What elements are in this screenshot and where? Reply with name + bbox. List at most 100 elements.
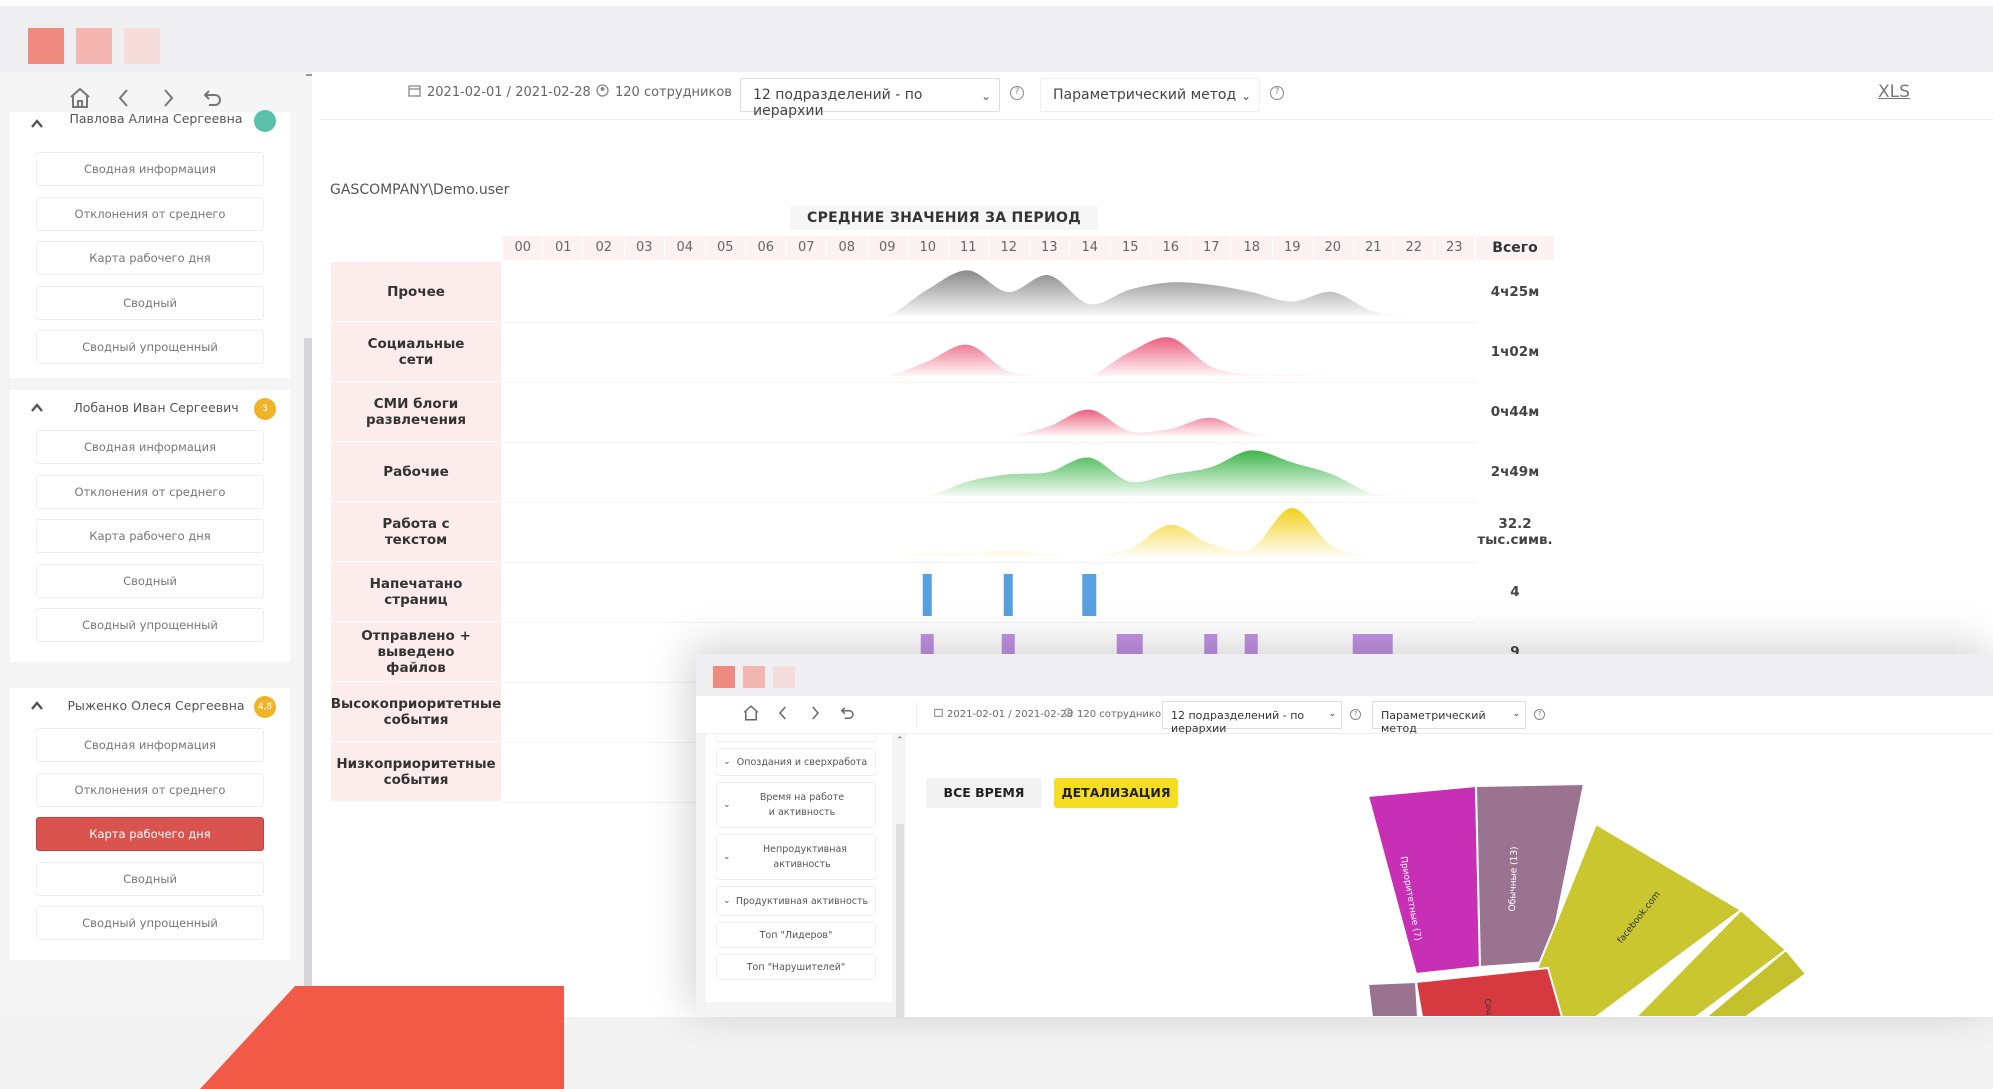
person-header[interactable]: Лобанов Иван Сергеевич 3 — [10, 390, 290, 430]
window-maximize-button[interactable] — [124, 28, 160, 64]
hour-tick-label: 03 — [623, 236, 664, 260]
overlay-departments-select[interactable]: 12 подразделений - по иерархии ⌄ — [1162, 701, 1342, 735]
series-total: 4 — [1510, 584, 1520, 600]
help-icon[interactable]: ? — [1350, 709, 1361, 720]
hour-tick-label: 05 — [704, 236, 745, 260]
series-label: Социальные сети — [331, 322, 501, 382]
person-menu-item[interactable]: Сводная информация — [36, 430, 264, 464]
detail-button[interactable]: ДЕТАЛИЗАЦИЯ — [1054, 778, 1178, 808]
xls-export-link[interactable]: XLS — [1878, 82, 1910, 102]
person-menu-item[interactable]: Сводный упрощенный — [36, 330, 264, 364]
sunburst-segment-regular[interactable] — [1474, 782, 1586, 969]
chevron-down-icon: ⌄ — [723, 851, 731, 862]
overlay-method-select[interactable]: Параметрический метод ⌄ — [1372, 701, 1526, 735]
overlay-sidebar: ⌄ Опоздания и сверхработа ⌄ Время на раб… — [696, 734, 906, 1017]
overlay-minimize-button[interactable] — [743, 666, 765, 688]
chevron-down-icon: ⌄ — [723, 799, 731, 810]
overlay-menu-item[interactable]: ⌄ Время на работе и активность — [716, 782, 876, 828]
person-menu-item-active[interactable]: Карта рабочего дня — [36, 817, 264, 851]
overlay-close-button[interactable] — [713, 666, 735, 688]
help-icon[interactable]: ? — [1010, 86, 1024, 100]
home-icon[interactable] — [742, 704, 760, 722]
employee-count[interactable]: 120 сотрудников — [596, 84, 732, 101]
hour-tick-label: 02 — [583, 236, 624, 260]
sidebar-scrollbar[interactable] — [304, 338, 312, 998]
collapse-chevron-icon[interactable] — [30, 400, 44, 414]
window-titlebar — [0, 0, 1993, 72]
person-name: Лобанов Иван Сергеевич — [73, 400, 239, 415]
forward-icon[interactable] — [806, 704, 824, 722]
hour-tick-label: 16 — [1150, 236, 1191, 260]
series-label: Низкоприоритетные события — [331, 742, 501, 802]
overlay-maximize-button[interactable] — [773, 666, 795, 688]
person-menu-item[interactable]: Карта рабочего дня — [36, 519, 264, 553]
person-menu-item[interactable]: Отклонения от среднего — [36, 773, 264, 807]
person-menu-item[interactable]: Сводный упрощенный — [36, 608, 264, 642]
departments-select[interactable]: 12 подразделений - по иерархии ⌄ — [740, 78, 1000, 119]
collapse-chevron-icon[interactable] — [30, 116, 44, 130]
overlay-menu-item[interactable]: Топ "Нарушителей" — [716, 954, 876, 980]
all-time-button[interactable]: ВСЕ ВРЕМЯ — [926, 778, 1042, 808]
hour-tick-label: 09 — [866, 236, 907, 260]
series-label: СМИ блоги развлечения — [331, 382, 501, 442]
method-select-value: Параметрический метод — [1053, 87, 1237, 103]
series-area[interactable] — [522, 450, 1454, 496]
back-icon[interactable] — [774, 704, 792, 722]
window-close-button[interactable] — [28, 28, 64, 64]
person-menu-item[interactable]: Сводный упрощенный — [36, 906, 264, 940]
help-icon[interactable]: ? — [1270, 86, 1284, 100]
person-menu-item[interactable]: Сводная информация — [36, 728, 264, 762]
series-label: Напечатано страниц — [331, 562, 501, 622]
chevron-down-icon: ⌄ — [1240, 89, 1251, 103]
overlay-menu-item-cut[interactable] — [716, 734, 876, 742]
sunburst-segment-social[interactable] — [1414, 966, 1564, 1017]
sunburst-segment-facebook[interactable] — [1529, 822, 1743, 1017]
scroll-up-icon[interactable]: ⌃ — [896, 736, 904, 746]
chart-bar[interactable] — [1003, 574, 1013, 616]
person-menu-item[interactable]: Карта рабочего дня — [36, 241, 264, 275]
sunburst-label: facebook.com — [1616, 890, 1663, 946]
series-area[interactable] — [522, 270, 1454, 316]
hour-tick-label: 15 — [1109, 236, 1150, 260]
person-menu-item[interactable]: Отклонения от среднего — [36, 197, 264, 231]
person-menu-item[interactable]: Отклонения от среднего — [36, 475, 264, 509]
undo-icon[interactable] — [838, 704, 856, 722]
person-name: Павлова Алина Сергеевна — [69, 111, 243, 126]
collapse-chevron-icon[interactable] — [30, 698, 44, 712]
employee-count-text: 120 сотрудников — [615, 85, 732, 100]
sunburst-segment-yellow[interactable] — [1704, 948, 1808, 1017]
sunburst-segment-priority[interactable] — [1366, 784, 1482, 976]
sunburst-segment-yellow[interactable] — [1634, 908, 1788, 1017]
person-menu-item[interactable]: Сводный — [36, 564, 264, 598]
overlay-menu-item[interactable]: ⌄ Непродуктивная активность — [716, 834, 876, 880]
overlay-menu-item[interactable]: ⌄ Продуктивная активность — [716, 886, 876, 916]
overlay-date-range[interactable]: 2021-02-01 / 2021-02-28 — [934, 708, 1073, 720]
method-select[interactable]: Параметрический метод ⌄ — [1040, 78, 1260, 112]
hour-tick-label: 07 — [785, 236, 826, 260]
series-area[interactable] — [522, 409, 1454, 436]
person-name: Рыженко Олеся Сергеевна — [67, 698, 245, 713]
chart-bar[interactable] — [922, 574, 932, 616]
person-header[interactable]: Павлова Алина Сергеевна — [10, 106, 290, 146]
date-range[interactable]: 2021-02-01 / 2021-02-28 — [408, 84, 591, 101]
sunburst-segment[interactable] — [1366, 784, 1482, 1017]
series-total: 0ч44м — [1490, 404, 1540, 420]
series-total: 2ч49м — [1490, 464, 1540, 480]
person-menu-item[interactable]: Сводный — [36, 286, 264, 320]
sunburst-segment-inner[interactable] — [1366, 980, 1420, 1017]
overlay-employee-count[interactable]: 120 сотрудников — [1064, 708, 1167, 720]
person-menu-item[interactable]: Сводная информация — [36, 152, 264, 186]
window-minimize-button[interactable] — [76, 28, 112, 64]
help-icon[interactable]: ? — [1534, 709, 1545, 720]
hour-tick-label: 08 — [826, 236, 867, 260]
overlay-menu-item[interactable]: Топ "Лидеров" — [716, 922, 876, 948]
overlay-scrollbar[interactable] — [896, 824, 904, 1017]
chart-bar[interactable] — [1082, 574, 1097, 616]
person-menu-item[interactable]: Сводный — [36, 862, 264, 896]
series-area[interactable] — [522, 507, 1454, 556]
person-header[interactable]: Рыженко Олеся Сергеевна 4,8 — [10, 688, 290, 728]
overlay-departments-value: 12 подразделений - по иерархии — [1171, 709, 1305, 735]
series-area[interactable] — [522, 337, 1454, 376]
scroll-up-marker — [306, 74, 312, 76]
overlay-menu-item[interactable]: ⌄ Опоздания и сверхработа — [716, 748, 876, 776]
